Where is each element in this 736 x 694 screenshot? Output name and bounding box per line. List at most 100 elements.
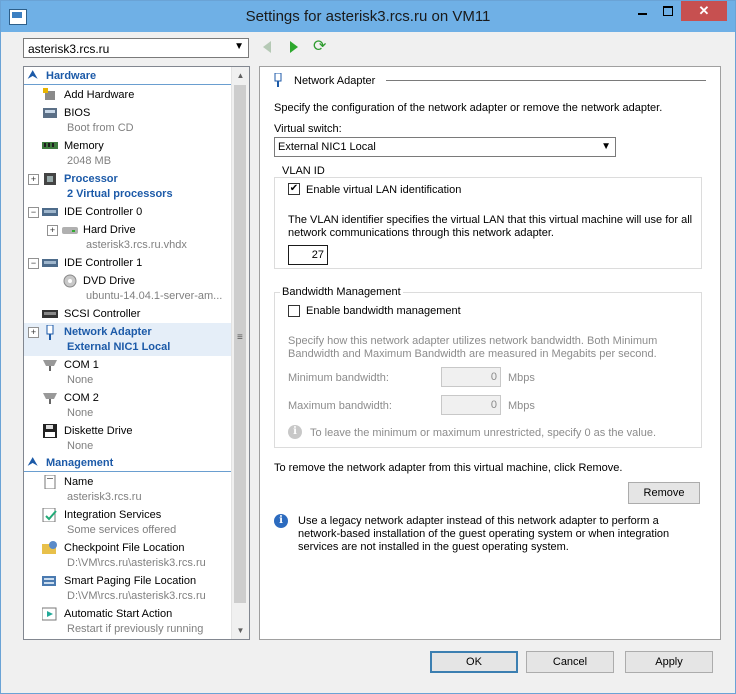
maximize-icon [663, 6, 673, 16]
chevron-down-icon: ▼ [601, 141, 611, 152]
panel-description: Specify the configuration of the network… [274, 102, 663, 114]
tree-item-sub: Restart if previously running [67, 623, 204, 635]
bandwidth-description-1: Specify how this network adapter utilize… [288, 335, 658, 347]
info-icon: i [274, 514, 288, 528]
forward-arrow-icon[interactable] [290, 41, 298, 53]
expand-icon[interactable]: + [28, 174, 39, 185]
settings-tree: ⮝ Hardware Add Hardware BIOS Boot from C… [23, 66, 250, 640]
refresh-icon[interactable]: ⟳ [313, 39, 326, 55]
tree-item-label: Hard Drive [83, 224, 136, 236]
min-bandwidth-unit: Mbps [508, 372, 535, 384]
network-adapter-icon [274, 72, 282, 87]
network-adapter-icon [44, 324, 60, 340]
tree-item-label: Network Adapter [64, 326, 152, 338]
tree-item-sub: None [67, 407, 94, 419]
close-icon: ✕ [698, 3, 710, 18]
tree-item-sub: D:\VM\rcs.ru\asterisk3.rcs.ru [67, 590, 206, 602]
vlan-checkbox[interactable]: ✔ [288, 183, 300, 195]
title-bar[interactable]: Settings for asterisk3.rcs.ru on VM11 ✕ [1, 1, 735, 32]
tree-item-sub: D:\VM\rcs.ru\asterisk3.rcs.ru [67, 557, 206, 569]
expand-icon[interactable]: + [28, 327, 39, 338]
integration-services-icon [42, 507, 58, 523]
com-port-icon [42, 391, 58, 405]
tree-scrollbar[interactable]: ▲ ≡ ▼ [231, 67, 249, 639]
tree-item-integration-services[interactable]: Integration Services Some services offer… [24, 506, 232, 539]
vlan-id-value: 27 [311, 249, 324, 261]
tree-item-dvd-drive[interactable]: DVD Drive ubuntu-14.04.1-server-am... [24, 272, 232, 305]
tree-item-label: IDE Controller 0 [64, 206, 143, 218]
min-bandwidth-label: Minimum bandwidth: [288, 372, 389, 384]
tree-item-sub: Boot from CD [67, 122, 134, 134]
tree-item-sub: asterisk3.rcs.ru.vhdx [86, 239, 187, 251]
checkmark-icon: ✔ [289, 183, 299, 194]
tree-item-label: BIOS [64, 107, 91, 119]
tree-item-label: Add Hardware [64, 89, 135, 101]
panel-title: Network Adapter [294, 75, 376, 87]
tree-item-smart-paging-location[interactable]: Smart Paging File Location D:\VM\rcs.ru\… [24, 572, 232, 605]
settings-window: Settings for asterisk3.rcs.ru on VM11 ✕ … [0, 0, 736, 694]
max-bandwidth-unit: Mbps [508, 400, 535, 412]
tree-item-label: Automatic Start Action [64, 608, 173, 620]
tree-item-label: Name [64, 476, 94, 488]
tree-item-network-adapter[interactable]: + Network Adapter External NIC1 Local [24, 323, 232, 356]
max-bandwidth-input[interactable]: 0 [441, 395, 501, 415]
tree-item-processor[interactable]: + Processor 2 Virtual processors [24, 170, 232, 203]
scrollbar-thumb[interactable]: ≡ [234, 85, 246, 603]
bandwidth-note: To leave the minimum or maximum unrestri… [310, 427, 657, 439]
tree-item-automatic-start-action[interactable]: Automatic Start Action Restart if previo… [24, 605, 232, 638]
tree-item-label: Integration Services [64, 509, 162, 521]
legacy-note-3: services are not installed in the guest … [298, 541, 569, 553]
tree-item-name[interactable]: Name asterisk3.rcs.ru [24, 473, 232, 506]
bios-icon [42, 106, 58, 120]
tree-item-label: Smart Paging File Location [64, 575, 197, 587]
com-port-icon [42, 358, 58, 372]
grip-icon: ≡ [237, 332, 243, 343]
name-icon [42, 474, 58, 490]
remove-text: To remove the network adapter from this … [274, 462, 623, 474]
hardware-section-header[interactable]: ⮝ Hardware [24, 68, 232, 85]
management-section-header[interactable]: ⮝ Management [24, 455, 232, 472]
tree-item-com1[interactable]: COM 1 None [24, 356, 232, 389]
tree-item-sub: External NIC1 Local [67, 341, 171, 353]
max-bandwidth-value: 0 [490, 399, 497, 411]
virtual-switch-label: Virtual switch: [274, 123, 342, 135]
back-arrow-icon[interactable] [263, 41, 271, 53]
minimize-icon [638, 13, 647, 15]
tree-item-sub: asterisk3.rcs.ru [67, 491, 142, 503]
expand-icon[interactable]: + [47, 225, 58, 236]
min-bandwidth-value: 0 [490, 371, 497, 383]
tree-item-hard-drive[interactable]: + Hard Drive asterisk3.rcs.ru.vhdx [24, 221, 232, 254]
info-icon: i [288, 425, 302, 439]
scroll-down-icon[interactable]: ▼ [232, 622, 249, 639]
tree-item-sub: ubuntu-14.04.1-server-am... [86, 290, 223, 302]
vlan-description-2: network communications through this netw… [288, 227, 554, 239]
close-button[interactable]: ✕ [681, 1, 727, 21]
apply-button[interactable]: Apply [625, 651, 713, 673]
collapse-chevron-icon: ⮝ [28, 456, 38, 468]
tree-item-com2[interactable]: COM 2 None [24, 389, 232, 422]
vm-selector[interactable]: asterisk3.rcs.ru ▼ [23, 38, 249, 58]
tree-item-checkpoint-location[interactable]: Checkpoint File Location D:\VM\rcs.ru\as… [24, 539, 232, 572]
virtual-switch-dropdown[interactable]: External NIC1 Local ▼ [274, 137, 616, 157]
collapse-icon[interactable]: − [28, 207, 39, 218]
collapse-icon[interactable]: − [28, 258, 39, 269]
tree-item-diskette-drive[interactable]: Diskette Drive None [24, 422, 232, 455]
remove-button[interactable]: Remove [628, 482, 700, 504]
tree-item-label: Processor [64, 173, 118, 185]
cancel-button[interactable]: Cancel [526, 651, 614, 673]
tree-item-sub: Some services offered [67, 524, 177, 536]
maximize-button[interactable] [655, 1, 681, 21]
min-bandwidth-input[interactable]: 0 [441, 367, 501, 387]
minimize-button[interactable] [629, 1, 655, 21]
bandwidth-group-label: Bandwidth Management [280, 286, 403, 298]
bandwidth-checkbox[interactable] [288, 305, 300, 317]
tree-item-memory[interactable]: Memory 2048 MB [24, 137, 232, 170]
scroll-up-icon[interactable]: ▲ [232, 67, 249, 84]
ok-button[interactable]: OK [430, 651, 518, 673]
hardware-header-label: Hardware [46, 70, 97, 82]
window-title: Settings for asterisk3.rcs.ru on VM11 [245, 8, 491, 25]
vlan-id-input[interactable]: 27 [288, 245, 328, 265]
tree-item-bios[interactable]: BIOS Boot from CD [24, 104, 232, 137]
virtual-switch-value: External NIC1 Local [278, 141, 376, 153]
tree-item-sub: None [67, 440, 94, 452]
